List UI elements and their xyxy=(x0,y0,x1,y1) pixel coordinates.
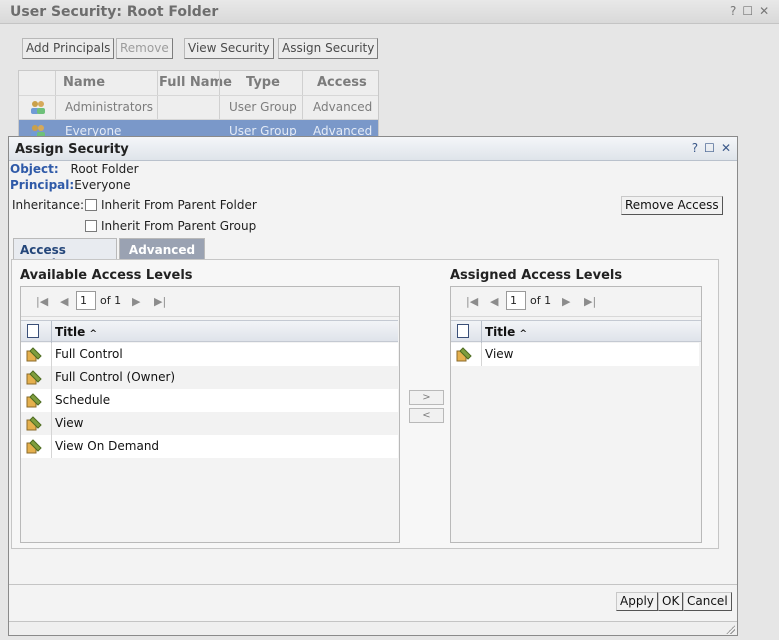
access-level-title: View On Demand xyxy=(55,439,160,453)
next-page-icon[interactable]: ▶ xyxy=(562,295,570,308)
close-icon[interactable]: ✕ xyxy=(721,141,731,155)
list-item[interactable]: Full Control (Owner) xyxy=(21,366,398,389)
access-level-icon xyxy=(26,370,42,385)
last-page-icon[interactable]: ▶| xyxy=(584,295,596,308)
principals-table: Name Full Name Type Access Administrator… xyxy=(18,70,379,138)
list-item[interactable]: View xyxy=(451,343,699,366)
inherit-parent-folder-label: Inherit From Parent Folder xyxy=(101,198,257,212)
add-principals-button[interactable]: Add Principals xyxy=(22,38,115,59)
inherit-parent-group-row: Inherit From Parent Group xyxy=(85,219,256,233)
principals-table-header: Name Full Name Type Access xyxy=(19,71,378,95)
first-page-icon[interactable]: |◀ xyxy=(36,295,48,308)
column-header-name[interactable]: Name xyxy=(63,75,105,90)
tab-advanced[interactable]: Advanced xyxy=(119,238,205,260)
remove-access-button[interactable]: Remove Access xyxy=(621,196,723,215)
tab-access-levels[interactable]: Access Levels xyxy=(13,238,117,271)
column-header-access[interactable]: Access xyxy=(317,75,367,90)
principal-type: User Group xyxy=(229,100,297,114)
list-item[interactable]: View xyxy=(21,412,398,435)
previous-page-icon[interactable]: ◀ xyxy=(60,295,68,308)
object-label: Object: xyxy=(10,162,59,176)
table-row[interactable]: Everyone User Group Advanced xyxy=(19,119,378,138)
page-number-input[interactable]: 1 xyxy=(506,291,526,310)
help-icon[interactable]: ? xyxy=(730,4,736,18)
inherit-parent-group-checkbox[interactable] xyxy=(85,220,97,232)
sort-ascending-icon: ^ xyxy=(519,329,528,339)
inheritance-label: Inheritance: xyxy=(12,198,85,212)
available-access-levels-heading: Available Access Levels xyxy=(20,268,193,283)
ok-button[interactable]: OK xyxy=(658,592,684,611)
outer-dialog-title: User Security: Root Folder xyxy=(10,4,219,20)
dialog-titlebar[interactable]: Assign Security ? ☐ ✕ xyxy=(9,137,737,161)
assigned-pager: |◀ ◀ 1 of 1 ▶ ▶| xyxy=(451,287,701,317)
list-item[interactable]: Full Control xyxy=(21,343,398,366)
list-item[interactable]: View On Demand xyxy=(21,435,398,458)
principal-label: Principal: xyxy=(10,178,75,192)
inherit-parent-folder-checkbox[interactable] xyxy=(85,199,97,211)
available-pager: |◀ ◀ 1 of 1 ▶ ▶| xyxy=(21,287,399,317)
add-access-level-button[interactable]: > xyxy=(409,390,444,405)
assigned-grid-header: Title ^ xyxy=(451,320,701,343)
assigned-access-levels-list: |◀ ◀ 1 of 1 ▶ ▶| Title ^ View xyxy=(450,286,702,543)
remove-button[interactable]: Remove xyxy=(116,38,173,59)
inherit-parent-group-label: Inherit From Parent Group xyxy=(101,219,257,233)
page-count: of 1 xyxy=(100,294,122,307)
page-count: of 1 xyxy=(530,294,552,307)
maximize-icon[interactable]: ☐ xyxy=(742,4,753,18)
column-header-full-name[interactable]: Full Name xyxy=(159,75,232,90)
access-level-icon xyxy=(26,416,42,431)
previous-page-icon[interactable]: ◀ xyxy=(490,295,498,308)
assign-security-button[interactable]: Assign Security xyxy=(278,38,379,59)
outer-titlebar-icons: ? ☐ ✕ xyxy=(730,4,769,18)
footer-divider xyxy=(9,584,737,585)
principal-name: Administrators xyxy=(65,100,154,114)
list-item[interactable]: Schedule xyxy=(21,389,398,412)
resize-grip-icon[interactable] xyxy=(726,625,735,634)
access-level-title: Full Control (Owner) xyxy=(55,370,176,384)
last-page-icon[interactable]: ▶| xyxy=(154,295,166,308)
available-access-levels-list: |◀ ◀ 1 of 1 ▶ ▶| Title ^ Full Control Fu xyxy=(20,286,400,543)
maximize-icon[interactable]: ☐ xyxy=(704,141,715,155)
apply-button[interactable]: Apply xyxy=(616,592,658,611)
document-icon xyxy=(457,324,469,338)
assign-security-dialog: Assign Security ? ☐ ✕ Object: Root Folde… xyxy=(8,136,738,636)
access-level-title: View xyxy=(485,347,514,361)
access-level-title: Full Control xyxy=(55,347,123,361)
document-icon xyxy=(27,324,39,338)
user-group-icon xyxy=(31,101,45,114)
object-line: Object: Root Folder xyxy=(10,162,139,176)
access-level-icon xyxy=(26,439,42,454)
column-header-type[interactable]: Type xyxy=(246,75,280,90)
access-level-icon xyxy=(26,347,42,362)
outer-titlebar: User Security: Root Folder ? ☐ ✕ xyxy=(0,0,779,24)
table-row[interactable]: Administrators User Group Advanced xyxy=(19,95,378,119)
view-security-button[interactable]: View Security xyxy=(184,38,274,59)
access-level-title: Schedule xyxy=(55,393,111,407)
access-level-icon xyxy=(26,393,42,408)
cancel-button[interactable]: Cancel xyxy=(683,592,732,611)
dialog-titlebar-icons: ? ☐ ✕ xyxy=(692,141,731,155)
dialog-title: Assign Security xyxy=(15,142,129,157)
access-level-icon xyxy=(456,347,472,362)
principal-value: Everyone xyxy=(74,178,131,192)
assigned-access-levels-heading: Assigned Access Levels xyxy=(450,268,623,283)
principal-line: Principal:Everyone xyxy=(10,178,131,192)
column-header-title[interactable]: Title ^ xyxy=(485,325,527,339)
access-level-title: View xyxy=(55,416,84,430)
inherit-parent-folder-row: Inherit From Parent Folder xyxy=(85,198,257,212)
next-page-icon[interactable]: ▶ xyxy=(132,295,140,308)
sort-ascending-icon: ^ xyxy=(89,329,98,339)
status-bar xyxy=(9,621,737,635)
page-number-input[interactable]: 1 xyxy=(76,291,96,310)
principal-access: Advanced xyxy=(313,100,373,114)
access-levels-panel: Available Access Levels |◀ ◀ 1 of 1 ▶ ▶|… xyxy=(11,259,719,549)
column-header-title[interactable]: Title ^ xyxy=(55,325,97,339)
remove-access-level-button[interactable]: < xyxy=(409,408,444,423)
object-value: Root Folder xyxy=(70,162,139,176)
available-grid-header: Title ^ xyxy=(21,320,398,343)
help-icon[interactable]: ? xyxy=(692,141,698,155)
close-icon[interactable]: ✕ xyxy=(759,4,769,18)
first-page-icon[interactable]: |◀ xyxy=(466,295,478,308)
